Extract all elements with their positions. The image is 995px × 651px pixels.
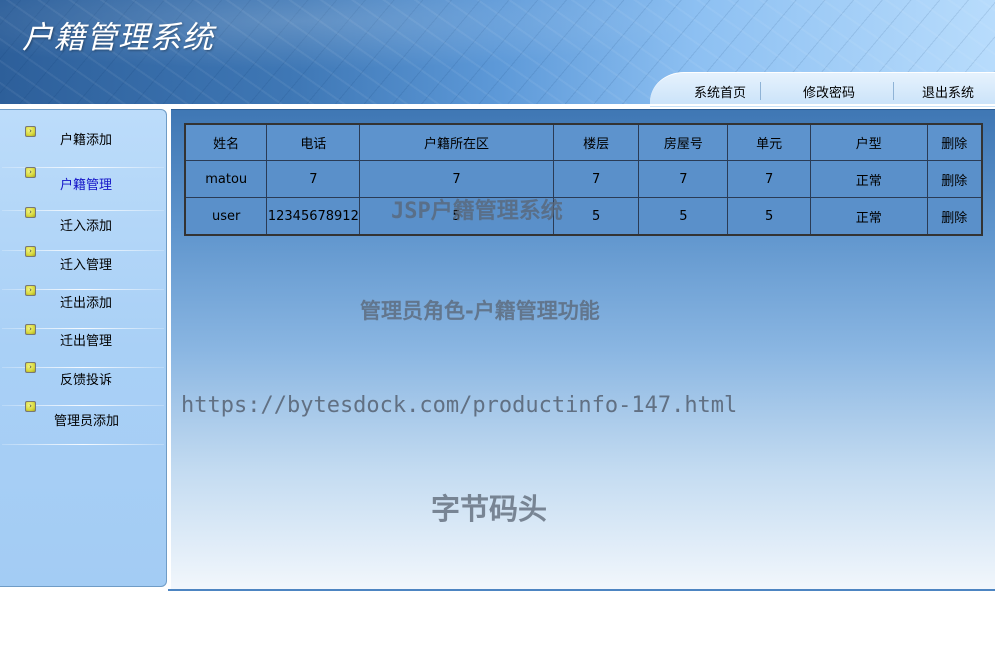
sidebar-item-label: 管理员添加 (54, 414, 120, 429)
nav-logout-link[interactable]: 退出系统 (922, 82, 974, 101)
arrow-bullet-icon: › (25, 362, 36, 373)
sidebar-item-feedback[interactable]: › 反馈投诉 (0, 362, 166, 406)
cell-type: 正常 (809, 160, 928, 198)
cell-room: 7 (638, 160, 729, 198)
table-row: user 12345678912 5 5 5 5 正常 删除 (184, 197, 983, 236)
cell-district: 7 (359, 160, 554, 198)
sidebar-item-label: 户籍管理 (60, 178, 113, 193)
column-header-delete: 删除 (926, 123, 983, 161)
table-row: matou 7 7 7 7 7 正常 删除 (184, 160, 983, 198)
cell-name: user (184, 197, 268, 236)
cell-type: 正常 (809, 197, 928, 236)
main-content: 姓名 电话 户籍所在区 楼层 房屋号 单元 户型 删除 matou 7 7 7 … (171, 109, 995, 590)
sidebar-item-label: 迁出添加 (60, 296, 113, 311)
delete-link[interactable]: 删除 (926, 197, 983, 236)
cell-unit: 5 (727, 197, 811, 236)
app-title: 户籍管理系统 (22, 20, 214, 56)
sidebar-item-label: 迁入添加 (60, 219, 113, 234)
arrow-bullet-icon: › (25, 207, 36, 218)
arrow-bullet-icon: › (25, 401, 36, 412)
sidebar-item-label: 迁入管理 (60, 258, 113, 273)
cell-room: 5 (638, 197, 729, 236)
cell-phone: 7 (266, 160, 361, 198)
sidebar-item-movein-manage[interactable]: › 迁入管理 (0, 246, 166, 290)
sidebar-item-admin-add[interactable]: › 管理员添加 (0, 401, 166, 445)
top-nav: 系统首页 修改密码 退出系统 (650, 72, 995, 107)
sidebar-item-label: 户籍添加 (60, 133, 113, 148)
cell-phone: 12345678912 (266, 197, 361, 236)
household-table: 姓名 电话 户籍所在区 楼层 房屋号 单元 户型 删除 matou 7 7 7 … (184, 123, 983, 236)
cell-floor: 7 (552, 160, 640, 198)
sidebar-item-moveout-manage[interactable]: › 迁出管理 (0, 324, 166, 368)
sidebar: › 户籍添加 › 户籍管理 › 迁入添加 › 迁入管理 › 迁出添加 › 迁出管… (0, 109, 167, 587)
nav-divider (760, 82, 761, 100)
delete-link[interactable]: 删除 (926, 160, 983, 198)
column-header-name: 姓名 (184, 123, 268, 161)
table-header-row: 姓名 电话 户籍所在区 楼层 房屋号 单元 户型 删除 (184, 123, 983, 161)
arrow-bullet-icon: › (25, 246, 36, 257)
sidebar-item-moveout-add[interactable]: › 迁出添加 (0, 285, 166, 329)
cell-name: matou (184, 160, 268, 198)
cell-district: 5 (359, 197, 554, 236)
header-banner: 户籍管理系统 系统首页 修改密码 退出系统 (0, 0, 995, 107)
column-header-phone: 电话 (266, 123, 361, 161)
arrow-bullet-icon: › (25, 324, 36, 335)
sidebar-item-household-manage[interactable]: › 户籍管理 (0, 167, 166, 211)
sidebar-item-movein-add[interactable]: › 迁入添加 (0, 207, 166, 251)
sidebar-item-label: 迁出管理 (60, 334, 113, 349)
column-header-room: 房屋号 (638, 123, 729, 161)
bottom-divider (168, 589, 995, 591)
arrow-bullet-icon: › (25, 126, 36, 137)
arrow-bullet-icon: › (25, 167, 36, 178)
column-header-floor: 楼层 (552, 123, 640, 161)
arrow-bullet-icon: › (25, 285, 36, 296)
column-header-district: 户籍所在区 (359, 123, 554, 161)
header-divider (0, 104, 995, 106)
nav-divider (893, 82, 894, 100)
sidebar-item-household-add[interactable]: › 户籍添加 (0, 126, 166, 168)
sidebar-divider (2, 444, 164, 445)
sidebar-item-label: 反馈投诉 (60, 373, 113, 388)
column-header-unit: 单元 (727, 123, 811, 161)
column-header-type: 户型 (809, 123, 928, 161)
cell-unit: 7 (727, 160, 811, 198)
nav-home-link[interactable]: 系统首页 (694, 82, 746, 101)
nav-change-password-link[interactable]: 修改密码 (803, 82, 855, 101)
cell-floor: 5 (552, 197, 640, 236)
